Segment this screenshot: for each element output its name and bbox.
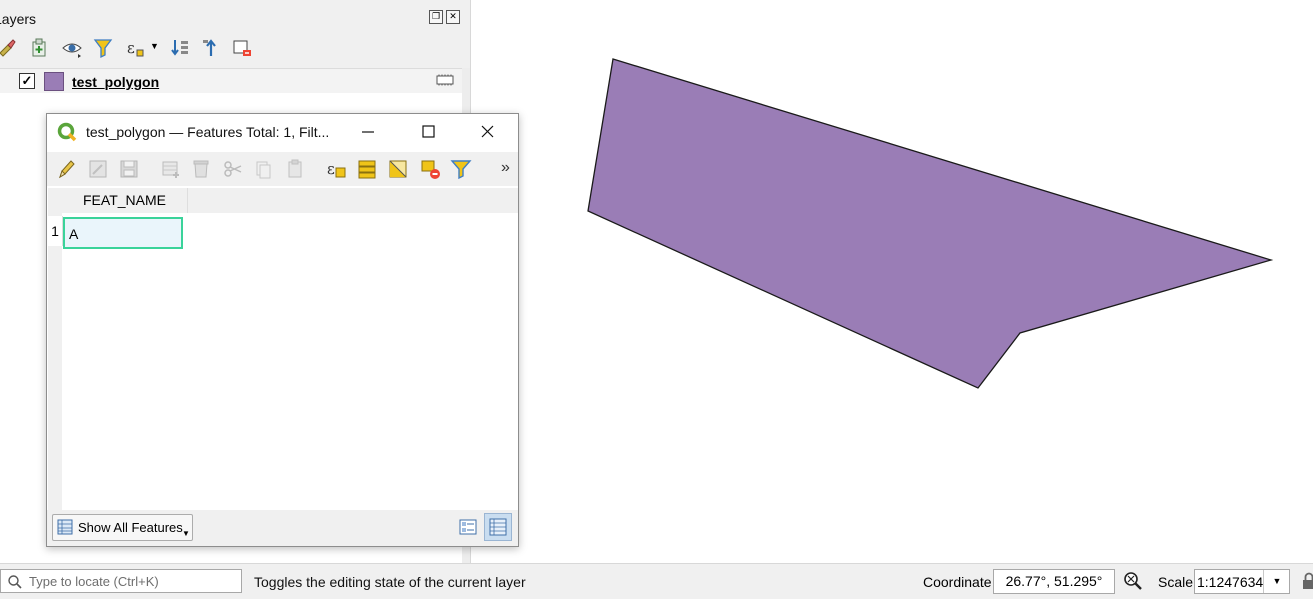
table-grid-icon (57, 519, 73, 535)
layer-visibility-checkbox[interactable]: ✓ (19, 73, 35, 89)
show-all-features-button[interactable]: Show All Features ▼ (52, 514, 193, 541)
map-canvas[interactable] (471, 0, 1313, 563)
invert-selection-icon[interactable] (386, 157, 410, 181)
cut-icon[interactable] (221, 157, 245, 181)
maximize-button[interactable] (413, 120, 443, 144)
layer-symbol-swatch (44, 72, 64, 91)
filter-funnel-icon[interactable] (92, 37, 114, 59)
table-view-icon (489, 518, 507, 536)
visibility-eye-icon[interactable] (61, 37, 83, 59)
save-edits-icon[interactable] (117, 157, 141, 181)
locator-box[interactable] (0, 569, 242, 593)
attribute-table: FEAT_NAME 1 A (47, 188, 518, 510)
layer-row-test-polygon[interactable]: ✓ test_polygon (0, 69, 462, 93)
add-feature-icon[interactable] (159, 157, 183, 181)
status-bar: Toggles the editing state of the current… (0, 563, 1313, 599)
copy-icon[interactable] (251, 157, 275, 181)
deselect-all-icon[interactable] (418, 157, 442, 181)
table-corner[interactable] (48, 188, 62, 213)
close-panel-button[interactable]: ✕ (446, 10, 460, 24)
layers-toolbar: ε ▼ (0, 35, 470, 61)
attribute-toolbar: ε » (47, 152, 518, 186)
lock-icon[interactable] (1302, 572, 1313, 590)
test-polygon-feature[interactable] (587, 58, 1274, 389)
editing-mode-icon (436, 74, 454, 86)
layers-panel-title: Layers (0, 11, 37, 27)
form-view-icon[interactable] (456, 515, 480, 539)
close-window-button[interactable] (472, 120, 502, 144)
svg-text:ε: ε (127, 39, 135, 57)
header-filler (188, 188, 518, 213)
scale-combobox[interactable]: 1:1247634 ▼ (1194, 569, 1290, 594)
svg-text:ε: ε (327, 160, 335, 178)
attribute-window-title: test_polygon — Features Total: 1, Filt..… (86, 124, 330, 140)
status-message: Toggles the editing state of the current… (254, 574, 526, 590)
table-cell-feat-name[interactable]: A (63, 217, 183, 249)
delete-feature-icon[interactable] (189, 157, 213, 181)
float-panel-button[interactable]: ❐ (429, 10, 443, 24)
map-view (587, 58, 1274, 389)
table-view-button[interactable] (484, 513, 512, 541)
minimize-button[interactable] (353, 120, 383, 144)
multi-edit-icon[interactable] (86, 157, 110, 181)
scale-value[interactable]: 1:1247634 (1197, 574, 1263, 590)
scale-label: Scale (1158, 574, 1194, 590)
collapse-all-icon[interactable] (200, 37, 222, 59)
row-header-1[interactable]: 1 (48, 216, 63, 246)
magnifier-toggle-icon[interactable] (1122, 570, 1144, 592)
attribute-table-window: test_polygon — Features Total: 1, Filt..… (46, 113, 519, 547)
expression-filter-icon[interactable]: ε (124, 37, 146, 59)
chevron-down-icon[interactable]: ▼ (1263, 570, 1290, 593)
add-group-icon[interactable] (28, 37, 50, 59)
toggle-editing-icon[interactable] (54, 157, 78, 181)
show-all-features-label: Show All Features (78, 520, 183, 535)
search-icon (8, 575, 22, 589)
select-by-expression-icon[interactable]: ε (324, 157, 348, 181)
attribute-window-titlebar[interactable]: test_polygon — Features Total: 1, Filt..… (47, 114, 518, 150)
expression-filter-dropdown[interactable]: ▼ (150, 41, 159, 51)
expand-all-icon[interactable] (169, 37, 191, 59)
style-brush-icon[interactable] (0, 37, 18, 59)
more-tools-chevron[interactable]: » (501, 159, 510, 177)
coordinate-label: Coordinate (923, 574, 992, 590)
select-all-icon[interactable] (355, 157, 379, 181)
paste-icon[interactable] (283, 157, 307, 181)
layer-name[interactable]: test_polygon (72, 74, 159, 90)
row-header-column (48, 213, 62, 510)
locator-search-input[interactable] (29, 572, 234, 590)
filter-selection-icon[interactable] (449, 157, 473, 181)
remove-layer-icon[interactable] (231, 37, 253, 59)
qgis-logo-icon (57, 122, 77, 142)
attribute-bottom-bar: Show All Features ▼ (47, 510, 518, 546)
column-header-feat-name[interactable]: FEAT_NAME (62, 188, 188, 213)
chevron-down-icon: ▼ (182, 529, 190, 538)
coordinate-field[interactable]: 26.77°, 51.295° (993, 569, 1115, 594)
